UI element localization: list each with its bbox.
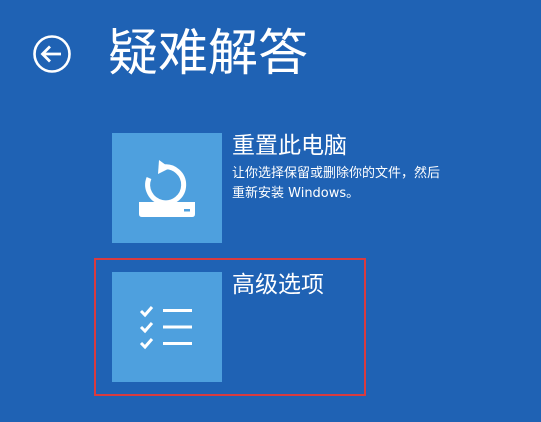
advanced-options-title: 高级选项 [232,272,324,298]
advanced-options-tile [112,272,222,382]
reset-pc-option[interactable]: 重置此电脑 让你选择保留或删除你的文件，然后 重新安装 Windows。 [112,133,440,244]
reset-pc-description: 让你选择保留或删除你的文件，然后 重新安装 Windows。 [232,164,482,204]
reset-pc-description-line: 重新安装 Windows。 [232,186,360,201]
arrow-left-icon [33,35,71,73]
reset-pc-title: 重置此电脑 [232,133,347,159]
page-title: 疑难解答 [108,24,308,82]
checklist-icon [139,306,192,350]
reset-pc-icon [139,160,195,217]
advanced-options-option[interactable]: 高级选项 [112,272,412,384]
reset-pc-description-line: 让你选择保留或删除你的文件，然后 [232,166,441,181]
back-button[interactable] [32,34,72,74]
reset-pc-tile [112,133,222,243]
